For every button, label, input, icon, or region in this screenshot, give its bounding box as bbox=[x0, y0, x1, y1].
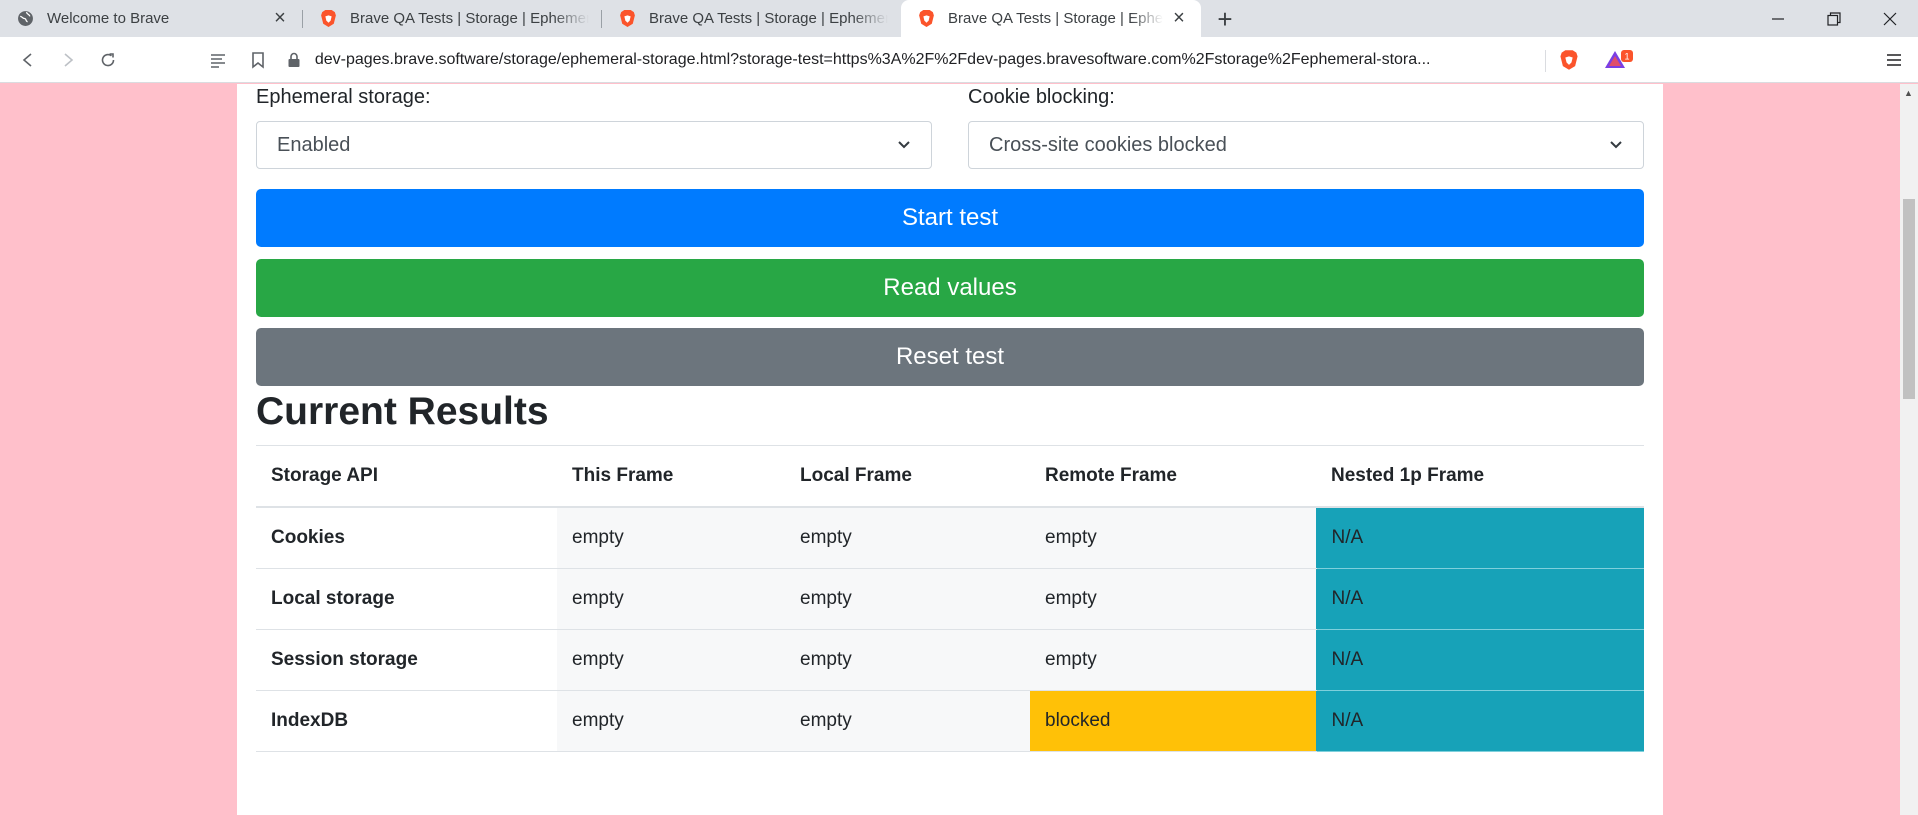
column-header: Remote Frame bbox=[1030, 446, 1316, 508]
reload-icon[interactable] bbox=[96, 48, 120, 72]
tab-qa-2[interactable]: Brave QA Tests | Storage | Ephemeral S bbox=[602, 0, 900, 37]
column-header: Local Frame bbox=[785, 446, 1030, 508]
page-viewport: Ephemeral storage: Enabled Cookie blocki… bbox=[0, 84, 1900, 815]
ephemeral-storage-select[interactable]: Enabled bbox=[256, 121, 932, 169]
rewards-badge: 1 bbox=[1624, 52, 1629, 62]
cookie-blocking-select[interactable]: Cross-site cookies blocked bbox=[968, 121, 1644, 169]
this-frame-cell: empty bbox=[557, 690, 785, 752]
tab-qa-1[interactable]: Brave QA Tests | Storage | Ephemeral S bbox=[303, 0, 601, 37]
brave-lion-icon bbox=[319, 9, 338, 28]
reader-mode-icon[interactable] bbox=[206, 48, 230, 72]
close-tab-icon[interactable]: × bbox=[1169, 7, 1189, 29]
divider bbox=[1545, 50, 1546, 72]
table-row: Cookies empty empty empty N/A bbox=[256, 507, 1644, 569]
results-table: Storage API This Frame Local Frame Remot… bbox=[256, 446, 1644, 752]
reset-test-button[interactable]: Reset test bbox=[256, 328, 1644, 386]
table-row: Session storage empty empty empty N/A bbox=[256, 629, 1644, 691]
local-frame-cell: empty bbox=[785, 568, 1030, 630]
local-frame-cell: empty bbox=[785, 690, 1030, 752]
close-tab-icon[interactable]: × bbox=[270, 7, 290, 29]
restore-icon[interactable] bbox=[1806, 0, 1862, 37]
start-test-button[interactable]: Start test bbox=[256, 189, 1644, 247]
column-header: This Frame bbox=[557, 446, 785, 508]
storage-api-cell: Session storage bbox=[256, 629, 557, 691]
close-window-icon[interactable] bbox=[1862, 0, 1918, 37]
ephemeral-storage-value: Enabled bbox=[277, 133, 351, 156]
local-frame-cell: empty bbox=[785, 507, 1030, 569]
vertical-scrollbar[interactable]: ▲ bbox=[1900, 84, 1918, 815]
tab-qa-active[interactable]: Brave QA Tests | Storage | Epheme × bbox=[901, 0, 1201, 37]
tab-title: Welcome to Brave bbox=[47, 10, 170, 27]
brave-shields-icon[interactable] bbox=[1557, 48, 1581, 72]
tab-title: Brave QA Tests | Storage | Ephemeral S bbox=[649, 10, 888, 27]
this-frame-cell: empty bbox=[557, 629, 785, 691]
tab-title: Brave QA Tests | Storage | Ephemeral S bbox=[350, 10, 589, 27]
scrollbar-thumb[interactable] bbox=[1903, 199, 1915, 399]
this-frame-cell: empty bbox=[557, 507, 785, 569]
remote-frame-cell: blocked bbox=[1030, 690, 1316, 752]
scroll-up-icon[interactable]: ▲ bbox=[1904, 88, 1913, 98]
minimize-icon[interactable] bbox=[1750, 0, 1806, 37]
forward-icon[interactable] bbox=[56, 48, 80, 72]
nested-1p-frame-cell: N/A bbox=[1315, 568, 1644, 630]
address-bar[interactable]: dev-pages.brave.software/storage/ephemer… bbox=[283, 45, 1545, 75]
remote-frame-cell: empty bbox=[1030, 568, 1316, 630]
nested-1p-frame-cell: N/A bbox=[1315, 629, 1644, 691]
tab-welcome[interactable]: Welcome to Brave × bbox=[0, 0, 302, 37]
storage-api-cell: IndexDB bbox=[256, 690, 557, 752]
local-frame-cell: empty bbox=[785, 629, 1030, 691]
chevron-down-icon bbox=[897, 138, 911, 152]
tab-strip: Welcome to Brave × Brave QA Tests | Stor… bbox=[0, 0, 1918, 37]
chevron-down-icon bbox=[1609, 138, 1623, 152]
brave-rewards-icon[interactable]: 1 bbox=[1604, 48, 1634, 72]
url-text: dev-pages.brave.software/storage/ephemer… bbox=[314, 51, 1431, 68]
cookie-blocking-value: Cross-site cookies blocked bbox=[989, 133, 1227, 156]
storage-api-cell: Local storage bbox=[256, 568, 557, 630]
column-header: Nested 1p Frame bbox=[1316, 446, 1644, 508]
column-header: Storage API bbox=[256, 446, 557, 508]
browser-toolbar: dev-pages.brave.software/storage/ephemer… bbox=[0, 37, 1918, 83]
bookmark-icon[interactable] bbox=[246, 48, 270, 72]
globe-icon bbox=[16, 9, 35, 28]
ephemeral-storage-label: Ephemeral storage: bbox=[256, 86, 431, 108]
this-frame-cell: empty bbox=[557, 568, 785, 630]
brave-lion-icon bbox=[618, 9, 637, 28]
table-row: Local storage empty empty empty N/A bbox=[256, 568, 1644, 630]
lock-icon[interactable] bbox=[283, 49, 305, 71]
storage-api-cell: Cookies bbox=[256, 507, 557, 569]
content-container: Ephemeral storage: Enabled Cookie blocki… bbox=[237, 84, 1663, 815]
table-header-row: Storage API This Frame Local Frame Remot… bbox=[256, 446, 1644, 508]
nested-1p-frame-cell: N/A bbox=[1315, 507, 1644, 569]
menu-icon[interactable] bbox=[1882, 48, 1906, 72]
table-row: IndexDB empty empty blocked N/A bbox=[256, 690, 1644, 752]
remote-frame-cell: empty bbox=[1030, 507, 1316, 569]
read-values-button[interactable]: Read values bbox=[256, 259, 1644, 317]
nested-1p-frame-cell: N/A bbox=[1315, 690, 1644, 752]
remote-frame-cell: empty bbox=[1030, 629, 1316, 691]
new-tab-icon[interactable]: + bbox=[1212, 4, 1238, 34]
cookie-blocking-label: Cookie blocking: bbox=[968, 86, 1115, 108]
tab-title: Brave QA Tests | Storage | Epheme bbox=[948, 10, 1163, 27]
results-heading: Current Results bbox=[256, 390, 549, 433]
brave-lion-icon bbox=[917, 9, 936, 28]
back-icon[interactable] bbox=[16, 48, 40, 72]
